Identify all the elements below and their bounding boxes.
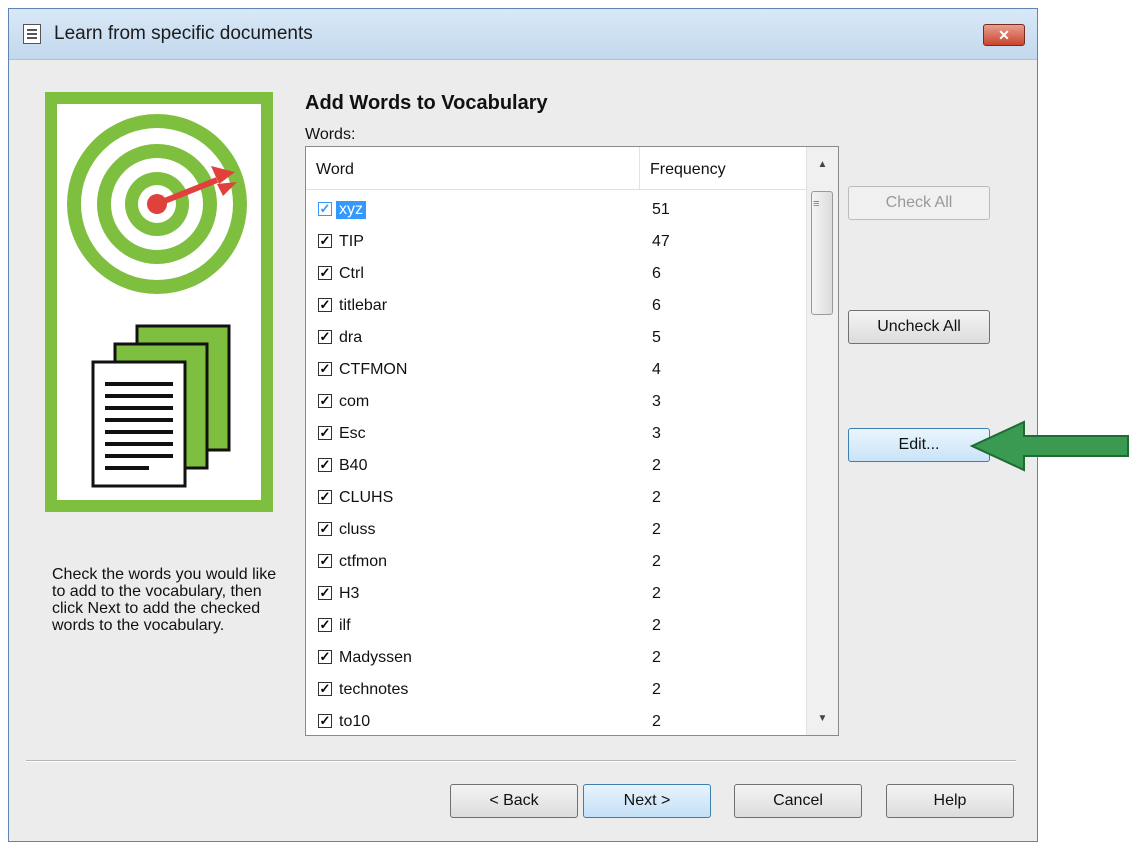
word-cell[interactable]: cluss <box>336 521 378 539</box>
frequency-cell: 47 <box>652 233 670 250</box>
frequency-cell: 3 <box>652 393 661 410</box>
word-checkbox[interactable]: ✓ <box>318 394 332 408</box>
list-row[interactable]: ✓ technotes 2 <box>306 675 807 707</box>
list-row[interactable]: ✓ Ctrl 6 <box>306 259 807 291</box>
column-header-frequency[interactable]: Frequency <box>650 161 726 179</box>
next-button[interactable]: Next > <box>583 784 711 818</box>
word-cell[interactable]: TIP <box>336 233 367 251</box>
list-row[interactable]: ✓ Esc 3 <box>306 419 807 451</box>
list-row[interactable]: ✓ com 3 <box>306 387 807 419</box>
word-checkbox[interactable]: ✓ <box>318 266 332 280</box>
word-checkbox[interactable]: ✓ <box>318 650 332 664</box>
frequency-cell: 2 <box>652 681 661 698</box>
vertical-scrollbar[interactable]: ▲ ≡ ▼ <box>806 147 838 735</box>
word-cell[interactable]: CTFMON <box>336 361 410 379</box>
help-button[interactable]: Help <box>886 784 1014 818</box>
title-bar: Learn from specific documents ✕ <box>9 9 1037 60</box>
close-button[interactable]: ✕ <box>983 24 1025 46</box>
word-cell[interactable]: technotes <box>336 681 411 699</box>
frequency-cell: 2 <box>652 553 661 570</box>
word-checkbox[interactable]: ✓ <box>318 298 332 312</box>
list-row[interactable]: ✓ ctfmon 2 <box>306 547 807 579</box>
word-checkbox[interactable]: ✓ <box>318 522 332 536</box>
list-row[interactable]: ✓ dra 5 <box>306 323 807 355</box>
target-and-documents-illustration <box>45 92 273 512</box>
list-row[interactable]: ✓ to10 2 <box>306 707 807 735</box>
word-checkbox[interactable]: ✓ <box>318 490 332 504</box>
list-row[interactable]: ✓ ilf 2 <box>306 611 807 643</box>
check-all-button[interactable]: Check All <box>848 186 990 220</box>
instruction-text: Check the words you would like to add to… <box>52 566 277 634</box>
word-cell[interactable]: titlebar <box>336 297 390 315</box>
list-row[interactable]: ✓ B40 2 <box>306 451 807 483</box>
scroll-up-arrow-icon[interactable]: ▲ <box>807 155 838 175</box>
scroll-grip-icon: ≡ <box>813 198 820 210</box>
word-cell[interactable]: com <box>336 393 372 411</box>
list-header: Word Frequency <box>306 147 807 190</box>
word-cell[interactable]: B40 <box>336 457 370 475</box>
green-arrow-pointer <box>969 420 1129 472</box>
word-cell[interactable]: Madyssen <box>336 649 415 667</box>
list-row[interactable]: ✓ Madyssen 2 <box>306 643 807 675</box>
frequency-cell: 2 <box>652 713 661 730</box>
list-row[interactable]: ✓ CTFMON 4 <box>306 355 807 387</box>
word-checkbox[interactable]: ✓ <box>318 554 332 568</box>
frequency-cell: 2 <box>652 489 661 506</box>
footer-divider <box>26 760 1016 762</box>
frequency-cell: 2 <box>652 521 661 538</box>
dialog-title: Learn from specific documents <box>54 23 313 44</box>
list-row[interactable]: ✓ CLUHS 2 <box>306 483 807 515</box>
column-header-word[interactable]: Word <box>316 161 354 179</box>
list-row[interactable]: ✓ xyz 51 <box>306 195 807 227</box>
frequency-cell: 3 <box>652 425 661 442</box>
page-heading: Add Words to Vocabulary <box>305 92 548 114</box>
word-checkbox[interactable]: ✓ <box>318 330 332 344</box>
list-row[interactable]: ✓ H3 2 <box>306 579 807 611</box>
word-checkbox[interactable]: ✓ <box>318 618 332 632</box>
frequency-cell: 51 <box>652 201 670 218</box>
word-cell[interactable]: CLUHS <box>336 489 396 507</box>
word-checkbox[interactable]: ✓ <box>318 362 332 376</box>
word-checkbox[interactable]: ✓ <box>318 234 332 248</box>
word-cell[interactable]: dra <box>336 329 365 347</box>
back-button[interactable]: < Back <box>450 784 578 818</box>
frequency-cell: 2 <box>652 457 661 474</box>
word-cell[interactable]: to10 <box>336 713 373 731</box>
words-label: Words: <box>305 126 356 143</box>
frequency-cell: 5 <box>652 329 661 346</box>
word-cell[interactable]: H3 <box>336 585 362 603</box>
cancel-button[interactable]: Cancel <box>734 784 862 818</box>
uncheck-all-button[interactable]: Uncheck All <box>848 310 990 344</box>
word-cell[interactable]: Esc <box>336 425 369 443</box>
list-row[interactable]: ✓ titlebar 6 <box>306 291 807 323</box>
word-checkbox[interactable]: ✓ <box>318 586 332 600</box>
word-cell[interactable]: xyz <box>336 201 366 219</box>
frequency-cell: 6 <box>652 297 661 314</box>
word-checkbox[interactable]: ✓ <box>318 682 332 696</box>
word-checkbox[interactable]: ✓ <box>318 458 332 472</box>
word-cell[interactable]: Ctrl <box>336 265 367 283</box>
word-checkbox[interactable]: ✓ <box>318 714 332 728</box>
frequency-cell: 4 <box>652 361 661 378</box>
frequency-cell: 2 <box>652 585 661 602</box>
close-icon: ✕ <box>998 27 1010 43</box>
scroll-down-arrow-icon[interactable]: ▼ <box>807 709 838 729</box>
frequency-cell: 2 <box>652 617 661 634</box>
frequency-cell: 2 <box>652 649 661 666</box>
words-list[interactable]: Word Frequency ✓ xyz 51 ✓ TIP 47 ✓ Ctrl 6 ✓ titleb… <box>305 146 839 736</box>
word-cell[interactable]: ctfmon <box>336 553 390 571</box>
word-checkbox[interactable]: ✓ <box>318 426 332 440</box>
frequency-cell: 6 <box>652 265 661 282</box>
list-row[interactable]: ✓ cluss 2 <box>306 515 807 547</box>
word-checkbox[interactable]: ✓ <box>318 202 332 216</box>
list-row[interactable]: ✓ TIP 47 <box>306 227 807 259</box>
word-cell[interactable]: ilf <box>336 617 354 635</box>
column-divider[interactable] <box>639 147 640 189</box>
document-icon <box>23 24 41 44</box>
